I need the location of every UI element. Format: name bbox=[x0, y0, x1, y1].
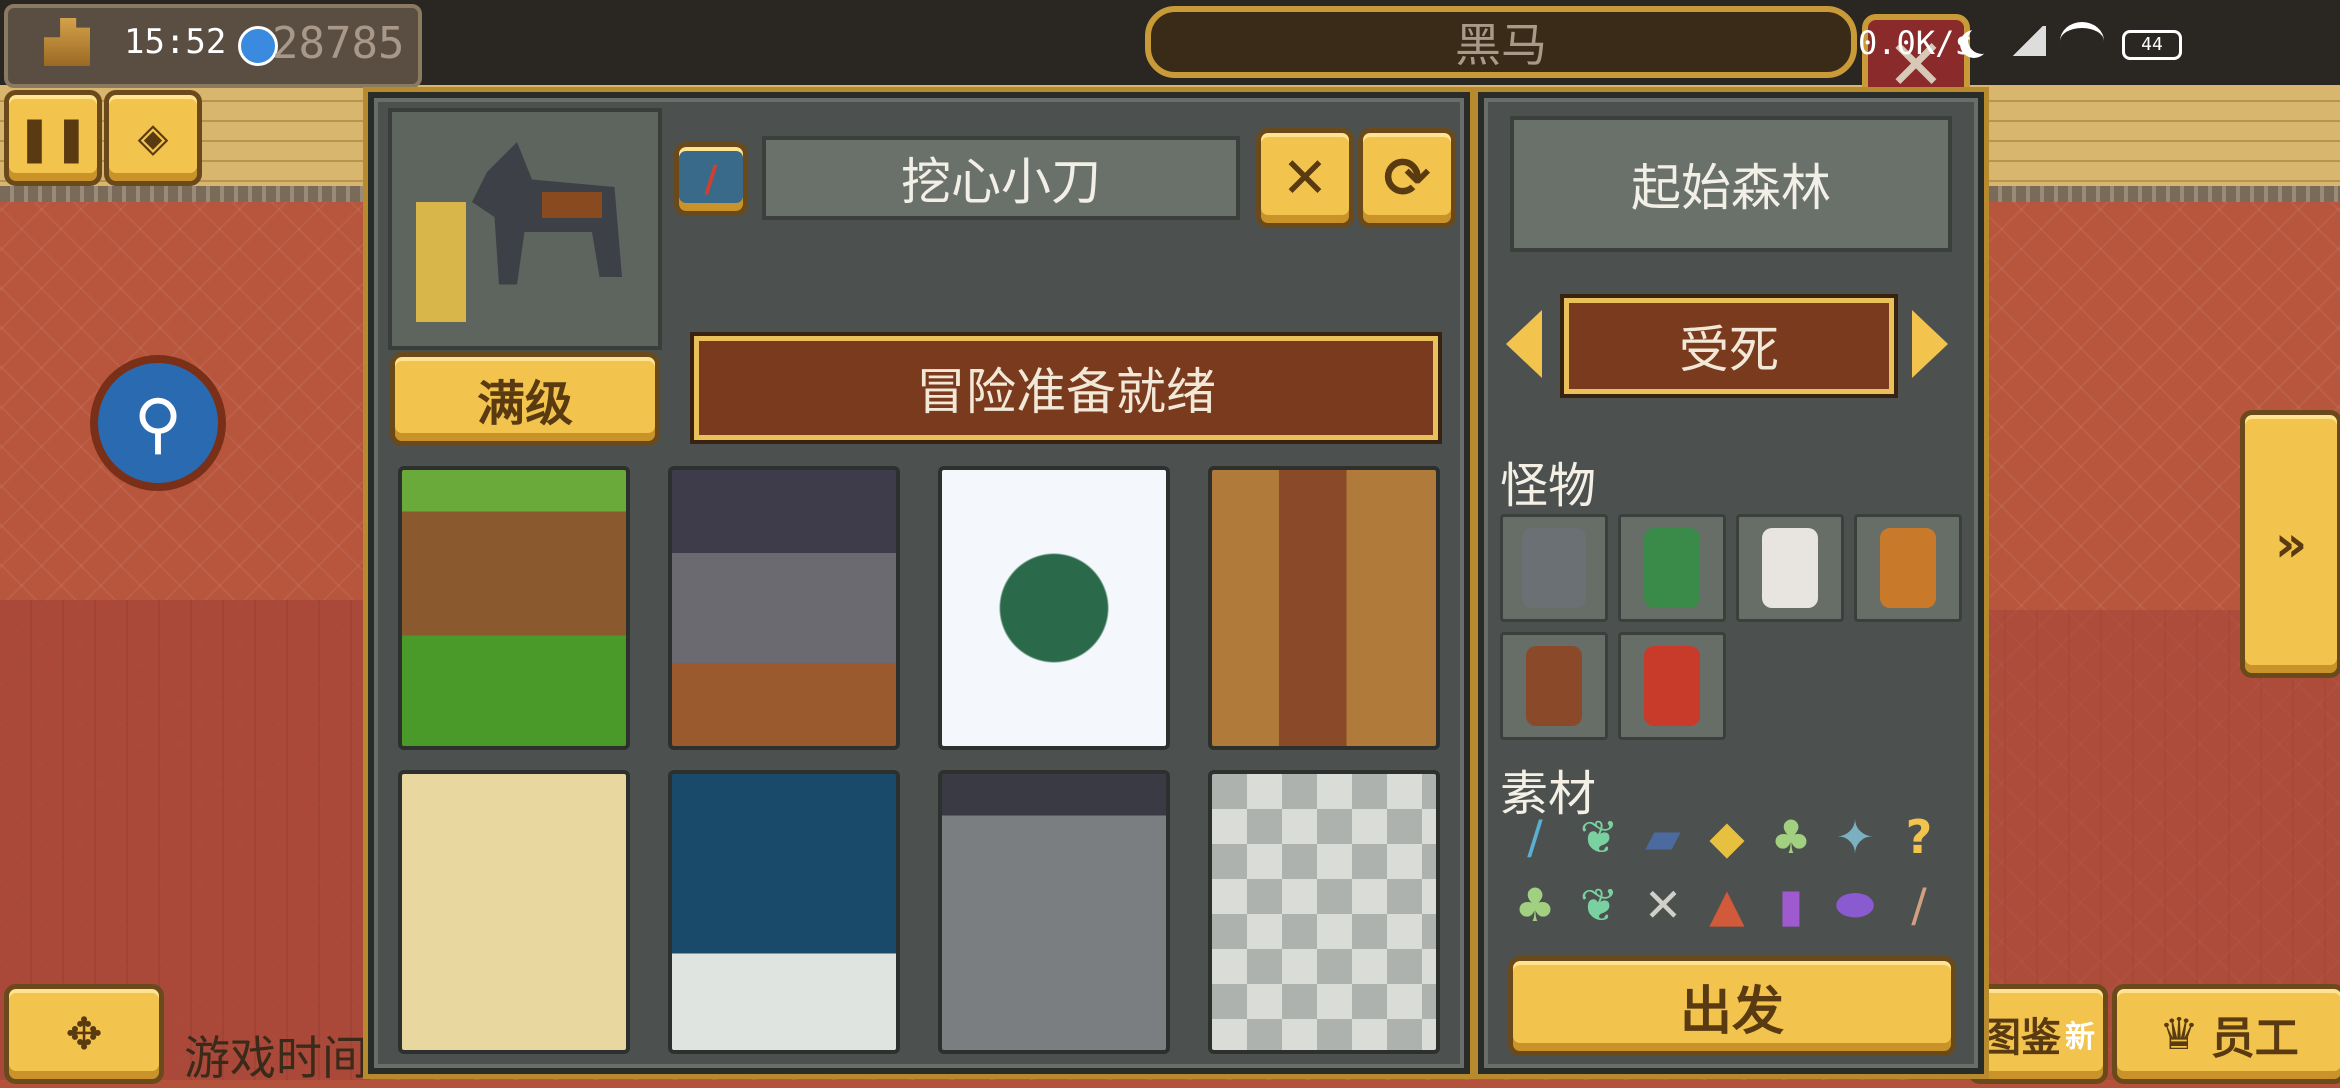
tool-name: 挖心小刀 bbox=[762, 136, 1240, 220]
moon-icon bbox=[1968, 26, 1996, 54]
location-name: 起始森林 bbox=[1510, 116, 1952, 252]
inventory-button[interactable]: ◈ bbox=[104, 90, 202, 186]
depart-label: 出发 bbox=[1679, 981, 1784, 1042]
material-staff-icon[interactable]: ∕ bbox=[1506, 808, 1564, 866]
clock: 15:52 bbox=[124, 22, 227, 62]
window-title: 黑马 bbox=[1145, 6, 1857, 78]
pause-button[interactable]: ❚❚ bbox=[4, 90, 102, 186]
staff-label: 员工 bbox=[2210, 1013, 2299, 1064]
ready-status: 冒险准备就绪 bbox=[694, 336, 1438, 440]
coin-count: 28785 bbox=[272, 18, 405, 69]
wifi-icon bbox=[2060, 22, 2104, 60]
material-amethyst-icon[interactable]: ⬬ bbox=[1826, 876, 1884, 934]
material-potion-icon[interactable]: ▮ bbox=[1762, 876, 1820, 934]
fast-forward-button[interactable]: » bbox=[2240, 410, 2340, 678]
horse-portrait bbox=[388, 108, 662, 350]
material-bone-icon[interactable]: ✕ bbox=[1634, 876, 1692, 934]
material-leaf-icon[interactable]: ❦ bbox=[1570, 808, 1628, 866]
material-unknown-icon[interactable]: ? bbox=[1890, 808, 1948, 866]
monsters-label: 怪物 bbox=[1500, 458, 1597, 514]
material-red-powder-icon[interactable]: ▲ bbox=[1698, 876, 1756, 934]
catalog-label: 图鉴 bbox=[1981, 1015, 2061, 1061]
monster-golem-icon[interactable] bbox=[1500, 514, 1608, 622]
catalog-button[interactable]: 图鉴 新 bbox=[1968, 984, 2108, 1084]
material-feather-icon[interactable]: ∕ bbox=[1890, 876, 1948, 934]
monster-bear-icon[interactable] bbox=[1854, 514, 1962, 622]
map-temple[interactable] bbox=[938, 770, 1170, 1054]
depart-button[interactable]: 出发 bbox=[1508, 956, 1956, 1056]
material-herb-icon[interactable]: ♣ bbox=[1762, 808, 1820, 866]
mode-label: 受死 bbox=[1564, 298, 1894, 394]
material-sprout-icon[interactable]: ♣ bbox=[1506, 876, 1564, 934]
material-leaf2-icon[interactable]: ❦ bbox=[1570, 876, 1628, 934]
remove-tool-button[interactable]: ✕ bbox=[1256, 128, 1354, 228]
material-log-icon[interactable]: ▰ bbox=[1634, 808, 1692, 866]
map-desert[interactable] bbox=[398, 770, 630, 1054]
saddle-icon bbox=[542, 192, 602, 218]
signal-icon bbox=[2010, 26, 2046, 56]
game-time-label: 游戏时间 bbox=[184, 1031, 368, 1085]
crown-icon: ♛ bbox=[2159, 1008, 2199, 1060]
monster-hooded-icon[interactable] bbox=[1500, 632, 1608, 740]
map-water[interactable] bbox=[668, 770, 900, 1054]
map-snow[interactable] bbox=[938, 466, 1170, 750]
max-level-button[interactable]: 满级 bbox=[390, 352, 660, 446]
swap-tool-button[interactable]: ⟳ bbox=[1358, 128, 1456, 228]
map-cliff[interactable] bbox=[1208, 466, 1440, 750]
material-gold-ore-icon[interactable]: ◆ bbox=[1698, 808, 1756, 866]
knife-icon[interactable]: ∕ bbox=[674, 142, 748, 216]
battery-icon: 44 bbox=[2122, 30, 2182, 60]
move-button[interactable]: ✥ bbox=[4, 984, 164, 1084]
search-icon[interactable]: ⚲ bbox=[90, 355, 226, 491]
new-badge: 新 bbox=[2065, 1020, 2095, 1055]
material-crystal-icon[interactable]: ✦ bbox=[1826, 808, 1884, 866]
cart-icon bbox=[416, 202, 466, 322]
monster-demon-icon[interactable] bbox=[1618, 632, 1726, 740]
max-level-label: 满级 bbox=[476, 376, 573, 432]
monster-goblin-icon[interactable] bbox=[1618, 514, 1726, 622]
map-cave[interactable] bbox=[668, 466, 900, 750]
staff-button[interactable]: ♛ 员工 bbox=[2112, 984, 2340, 1084]
net-speed: 0.0K/s bbox=[1858, 24, 1974, 62]
map-forest[interactable] bbox=[398, 466, 630, 750]
prev-mode-arrow[interactable] bbox=[1506, 310, 1542, 378]
monster-mouse-icon[interactable] bbox=[1736, 514, 1844, 622]
map-castle[interactable] bbox=[1208, 770, 1440, 1054]
next-mode-arrow[interactable] bbox=[1912, 310, 1948, 378]
